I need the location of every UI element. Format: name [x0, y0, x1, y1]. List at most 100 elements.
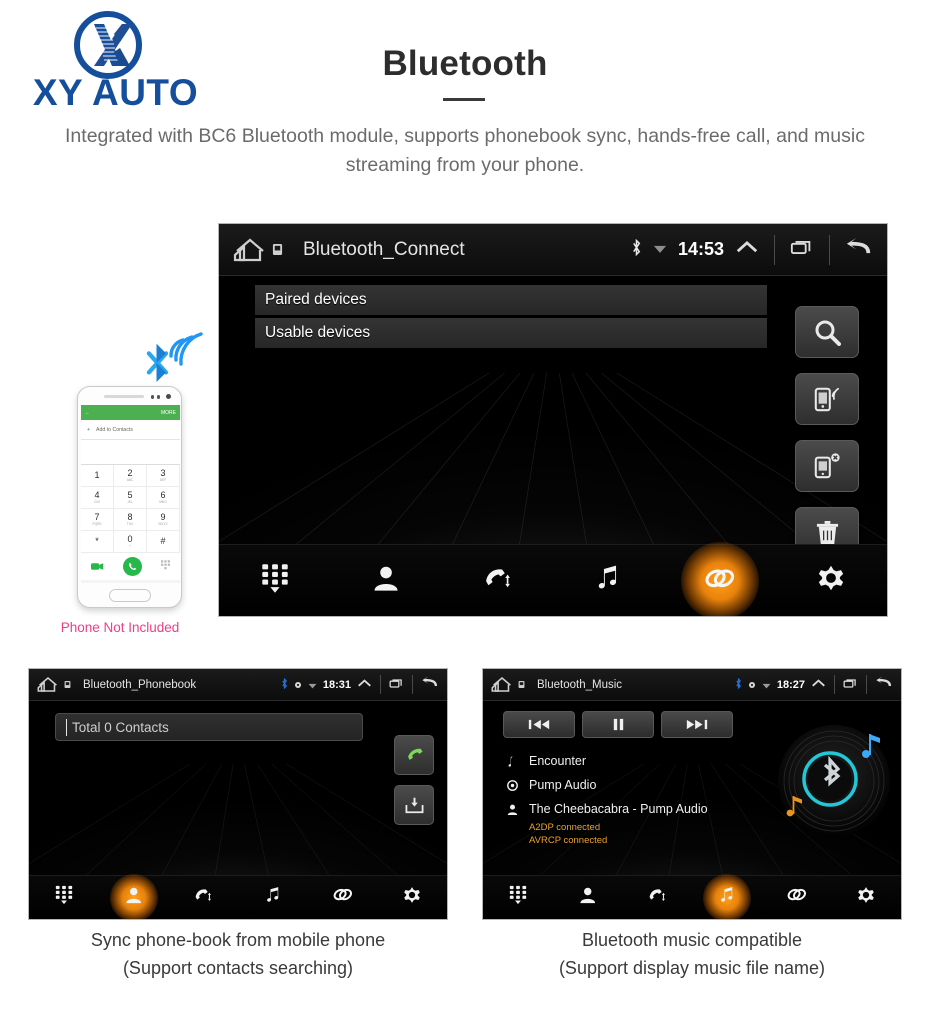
nav-music[interactable]: [238, 876, 308, 919]
nav-contacts[interactable]: [99, 876, 169, 919]
nav-settings[interactable]: [776, 545, 887, 616]
link-icon: [703, 565, 737, 597]
track-album: Pump Audio: [529, 778, 597, 792]
divider: [866, 675, 867, 694]
phone-add-contact-row[interactable]: + Add to Contacts: [81, 420, 180, 440]
nav-music[interactable]: [692, 876, 762, 919]
phone-key-sub: DEF: [159, 478, 167, 482]
phone-key-digit: 1: [94, 470, 100, 480]
home-icon[interactable]: [233, 237, 283, 263]
phone-device: ← MORE + Add to Contacts 1 2 ABC 3 DEF 4 GHI 5 J…: [77, 386, 182, 608]
phone-videocall-icon[interactable]: [90, 558, 104, 576]
nav-call-history[interactable]: [622, 876, 692, 919]
nav-call-history[interactable]: [442, 545, 553, 616]
call-history-icon: [482, 564, 512, 597]
avrcp-status: AVRCP connected: [529, 835, 608, 846]
music-caption: Bluetooth music compatible (Support disp…: [482, 926, 902, 982]
call-history-icon: [193, 886, 212, 909]
phone-key-2[interactable]: 2 ABC: [114, 465, 147, 487]
phone-key-#[interactable]: #: [147, 531, 180, 553]
phone-key-6[interactable]: 6 MNO: [147, 487, 180, 509]
bluetooth-phonebook-screenshot: Bluetooth_Phonebook 18:31 Total 0 Contac…: [28, 668, 448, 920]
phone-dial-actions: [81, 553, 180, 580]
nav-link[interactable]: [308, 876, 378, 919]
disconnect-device-button[interactable]: [795, 440, 859, 492]
phone-key-5[interactable]: 5 JKL: [114, 487, 147, 509]
device-sections: Paired devices Usable devices: [255, 285, 767, 351]
phone-key-7[interactable]: 7 PQRS: [81, 509, 114, 531]
status-bar: Bluetooth_Connect 14:53: [219, 224, 887, 276]
nav-contacts[interactable]: [330, 545, 441, 616]
chevron-up-icon[interactable]: [811, 676, 826, 694]
back-icon[interactable]: [875, 676, 893, 694]
nav-dialpad[interactable]: [29, 876, 99, 919]
phone-key-9[interactable]: 9 WXYZ: [147, 509, 180, 531]
pause-button[interactable]: [582, 711, 654, 738]
nav-contacts[interactable]: [553, 876, 623, 919]
phone-number-field[interactable]: [81, 440, 180, 465]
previous-track-button[interactable]: [503, 711, 575, 738]
back-icon[interactable]: [845, 237, 873, 263]
chevron-up-icon[interactable]: [357, 676, 372, 694]
search-devices-button[interactable]: [795, 306, 859, 358]
phone-keypad-toggle-icon[interactable]: [161, 558, 171, 576]
call-history-icon: [647, 886, 666, 909]
connect-device-button[interactable]: [795, 373, 859, 425]
music-note-icon: [266, 886, 280, 909]
device-section-row[interactable]: Usable devices: [255, 318, 767, 348]
download-contacts-button[interactable]: [394, 785, 434, 825]
chevron-up-icon[interactable]: [735, 239, 759, 261]
dial-call-button[interactable]: [394, 735, 434, 775]
contacts-search-input[interactable]: Total 0 Contacts: [55, 713, 363, 741]
phone-mockup: ← MORE + Add to Contacts 1 2 ABC 3 DEF 4 GHI 5 J…: [25, 320, 215, 650]
bottom-nav: [483, 875, 901, 919]
phone-key-8[interactable]: 8 TUV: [114, 509, 147, 531]
back-icon[interactable]: [421, 676, 439, 694]
action-rail: [795, 306, 859, 559]
phone-dialpad[interactable]: 1 2 ABC 3 DEF 4 GHI 5 JKL 6 MNO 7 PQRS 8 TUV 9 WXYZ * 0 + #: [81, 465, 180, 553]
next-track-button[interactable]: [661, 711, 733, 738]
nav-link[interactable]: [762, 876, 832, 919]
screen-title: Bluetooth_Phonebook: [83, 678, 197, 691]
home-icon[interactable]: [37, 676, 71, 693]
recents-icon[interactable]: [843, 676, 858, 694]
nav-settings[interactable]: [377, 876, 447, 919]
nav-dialpad[interactable]: [483, 876, 553, 919]
dialpad-icon: [509, 885, 527, 910]
phone-key-digit: 7: [94, 512, 100, 522]
phone-add-contact-label: Add to Contacts: [96, 426, 133, 433]
wifi-icon: [308, 676, 317, 694]
home-icon[interactable]: [491, 676, 525, 693]
phone-key-1[interactable]: 1: [81, 465, 114, 487]
status-bar: Bluetooth_Music 18:27: [483, 669, 901, 701]
music-note-icon: [597, 564, 619, 597]
nav-settings[interactable]: [831, 876, 901, 919]
gear-icon: [817, 564, 845, 597]
track-title: Encounter: [529, 754, 586, 768]
phone-more-label: MORE: [161, 409, 176, 416]
clock: 14:53: [677, 239, 724, 259]
phone-call-button[interactable]: [122, 557, 142, 576]
recents-icon[interactable]: [790, 239, 814, 261]
nav-music[interactable]: [553, 545, 664, 616]
phone-back-icon: ←: [85, 409, 90, 416]
link-icon: [786, 886, 808, 908]
phone-home-button[interactable]: [109, 589, 151, 602]
clock: 18:31: [322, 678, 351, 691]
nav-link[interactable]: [664, 545, 775, 616]
music-note-icon: [720, 886, 734, 909]
bottom-nav: [219, 544, 887, 616]
bottom-nav: [29, 875, 447, 919]
phone-key-4[interactable]: 4 GHI: [81, 487, 114, 509]
phone-key-0[interactable]: 0 +: [114, 531, 147, 553]
phone-key-*[interactable]: *: [81, 531, 114, 553]
phone-key-digit: 6: [160, 490, 166, 500]
nav-dialpad[interactable]: [219, 545, 330, 616]
phone-key-sub: MNO: [159, 500, 167, 504]
phone-key-sub: GHI: [94, 500, 100, 504]
device-section-row[interactable]: Paired devices: [255, 285, 767, 315]
nav-call-history[interactable]: [168, 876, 238, 919]
phone-key-3[interactable]: 3 DEF: [147, 465, 180, 487]
phone-key-sub: WXYZ: [158, 522, 168, 526]
recents-icon[interactable]: [389, 676, 404, 694]
